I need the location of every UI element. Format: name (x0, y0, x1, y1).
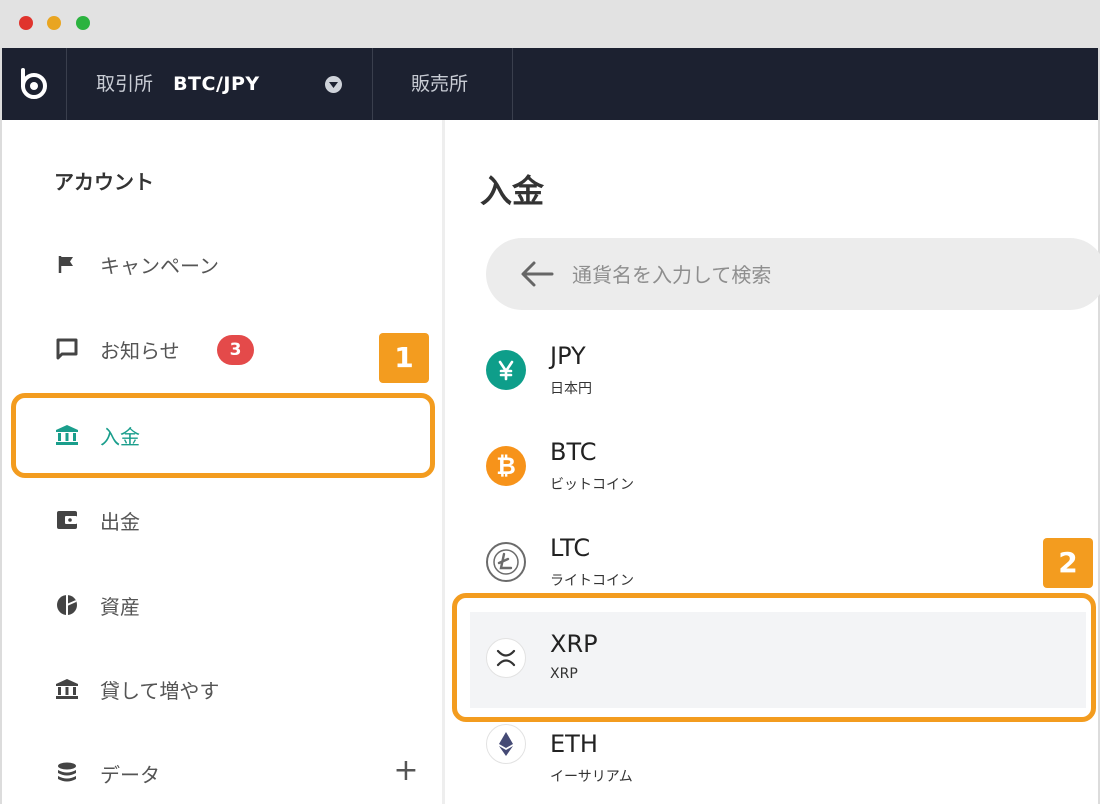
brand-logo-icon (21, 68, 47, 99)
sidebar-item-withdraw[interactable]: 出金 (40, 495, 430, 545)
currency-name: 日本円 (550, 381, 592, 397)
currency-symbol: ETH (550, 730, 598, 758)
sidebar-item-data[interactable]: データ (40, 748, 430, 798)
pair-dropdown-toggle[interactable] (325, 76, 342, 93)
chevron-down-icon (329, 81, 338, 88)
currency-search-input[interactable] (570, 251, 1074, 299)
nav-divider (512, 48, 513, 120)
sidebar-divider (442, 120, 445, 804)
pie-chart-icon (54, 592, 80, 618)
sidebar-item-label: データ (100, 762, 160, 787)
currency-name: ライトコイン (550, 573, 634, 589)
sidebar-item-label: 出金 (100, 509, 140, 534)
currency-name: イーサリアム (550, 769, 633, 785)
arrow-left-icon (521, 261, 554, 287)
bank-icon (54, 676, 80, 702)
home-logo[interactable] (2, 48, 66, 120)
sidebar-item-campaign[interactable]: キャンペーン (40, 239, 430, 289)
sidebar-item-label: 資産 (100, 594, 140, 619)
yen-icon (486, 350, 526, 390)
callout-number-1: 1 (379, 333, 429, 383)
sidebar-item-assets[interactable]: 資産 (40, 580, 430, 630)
bitcoin-icon: ₿ (486, 446, 526, 486)
currency-row-jpy[interactable]: JPY 日本円 (470, 324, 1086, 420)
message-icon (54, 336, 80, 362)
sidebar-item-lending[interactable]: 貸して増やす (40, 664, 430, 714)
sidebar-item-label: 貸して増やす (100, 678, 220, 703)
currency-row-btc[interactable]: ₿ BTC ビットコイン (470, 420, 1086, 516)
nav-sales-link[interactable]: 販売所 (411, 48, 468, 120)
currency-row-eth[interactable]: ETH イーサリアム (470, 708, 1086, 804)
nav-exchange-menu[interactable]: 取引所 BTC/JPY (96, 48, 260, 120)
currency-symbol: LTC (550, 534, 591, 562)
ethereum-icon (486, 724, 526, 764)
sidebar-item-label: キャンペーン (100, 253, 219, 278)
expand-data-button[interactable]: + (392, 756, 420, 786)
nav-trading-pair: BTC/JPY (173, 73, 260, 95)
window-maximize-button[interactable] (76, 16, 90, 30)
nav-exchange-label: 取引所 (96, 73, 154, 95)
sidebar-item-label: お知らせ (100, 338, 180, 363)
wallet-icon (54, 507, 80, 533)
back-button[interactable] (518, 256, 558, 292)
currency-name: ビットコイン (550, 477, 634, 493)
callout-number-2: 2 (1043, 538, 1093, 588)
currency-symbol: BTC (550, 438, 597, 466)
litecoin-icon (486, 542, 526, 582)
sidebar-heading: アカウント (54, 170, 154, 194)
nav-divider (372, 48, 373, 120)
nav-divider (66, 48, 67, 120)
currency-symbol: JPY (550, 342, 586, 370)
notification-count-badge: 3 (217, 335, 254, 365)
window-minimize-button[interactable] (47, 16, 61, 30)
highlight-box-xrp (452, 593, 1096, 722)
window-titlebar (0, 0, 1100, 48)
window-close-button[interactable] (19, 16, 33, 30)
flag-icon (54, 251, 80, 277)
database-icon (54, 760, 80, 786)
highlight-box-deposit (11, 393, 435, 478)
page-title: 入金 (480, 172, 545, 210)
